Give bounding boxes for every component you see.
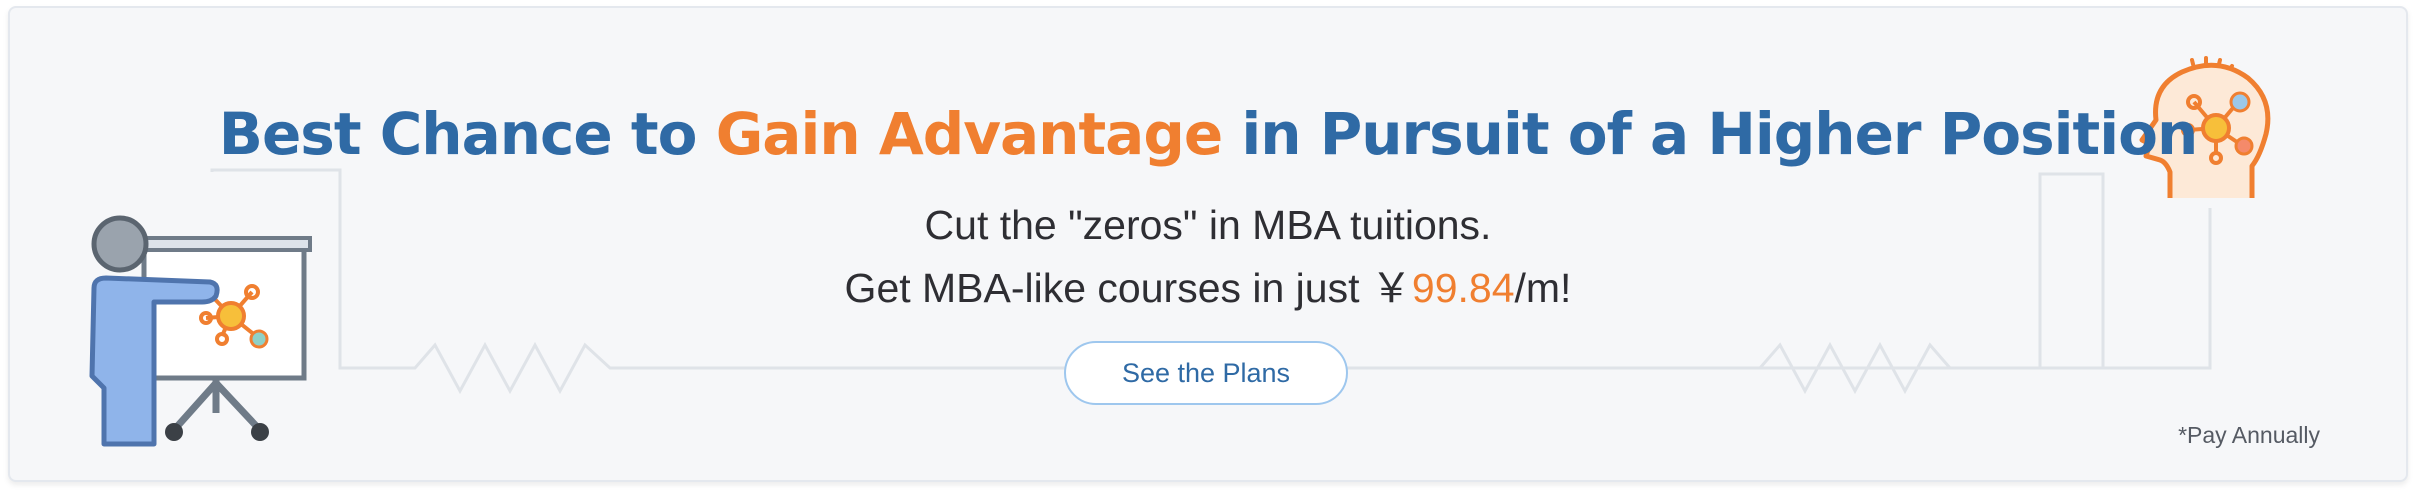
title-highlight: Gain Advantage: [715, 100, 1223, 168]
title-part-2: in Pursuit of a Higher Position: [1222, 100, 2198, 168]
subtitle-line-2-prefix: Get MBA-like courses in just ￥: [844, 265, 1412, 311]
banner-title: Best Chance to Gain Advantage in Pursuit…: [10, 100, 2406, 168]
promo-banner: Best Chance to Gain Advantage in Pursuit…: [8, 6, 2408, 482]
title-part-1: Best Chance to: [218, 100, 716, 168]
subtitle-line-1: Cut the "zeros" in MBA tuitions.: [924, 202, 1492, 248]
subtitle-line-2: Get MBA-like courses in just ￥99.84/m!: [10, 254, 2406, 314]
pay-annually-note: *Pay Annually: [2178, 422, 2320, 448]
subtitle-line-2-suffix: /m!: [1514, 265, 1572, 311]
see-plans-button[interactable]: See the Plans: [1064, 341, 1348, 405]
price-value: 99.84: [1411, 265, 1515, 311]
